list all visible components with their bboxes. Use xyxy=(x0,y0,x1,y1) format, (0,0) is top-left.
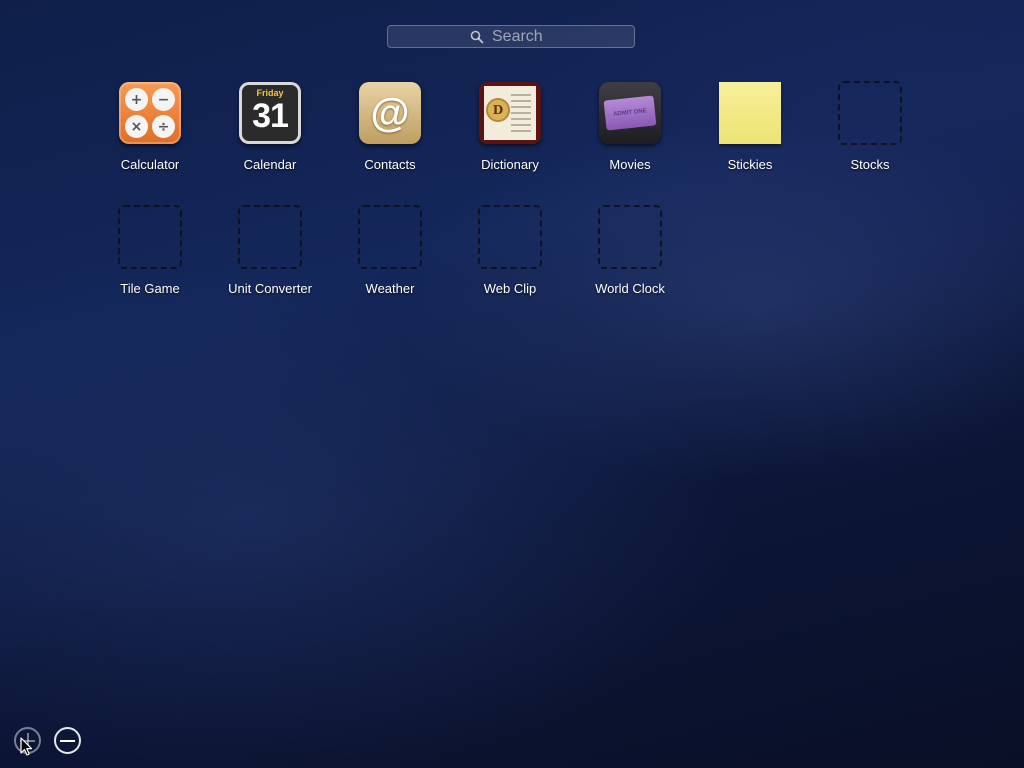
contacts-icon: @ xyxy=(357,80,423,146)
widget-row: Tile Game Unit Converter Weather Web Cli… xyxy=(90,204,930,328)
contacts-at-symbol: @ xyxy=(359,82,421,144)
remove-widget-button[interactable] xyxy=(54,727,81,754)
movie-ticket: ADMIT ONE xyxy=(603,95,657,131)
widget-unit-converter[interactable]: Unit Converter xyxy=(210,204,330,328)
placeholder-icon xyxy=(597,204,663,270)
widget-label: Weather xyxy=(365,281,415,296)
widget-label: Web Clip xyxy=(483,281,537,296)
mouse-cursor-icon xyxy=(20,737,33,756)
widget-label: Contacts xyxy=(364,157,416,172)
widget-label: Dictionary xyxy=(481,157,539,172)
stickies-icon xyxy=(717,80,783,146)
widget-label: Stocks xyxy=(850,157,890,172)
placeholder-icon xyxy=(117,204,183,270)
widget-calculator[interactable]: + − × ÷ Calculator xyxy=(90,80,210,204)
calculator-key-plus: + xyxy=(125,88,148,111)
widget-contacts[interactable]: @ Contacts xyxy=(330,80,450,204)
widget-world-clock[interactable]: World Clock xyxy=(570,204,690,328)
widget-web-clip[interactable]: Web Clip xyxy=(450,204,570,328)
widget-label: Calculator xyxy=(120,157,180,172)
widget-stickies[interactable]: Stickies xyxy=(690,80,810,204)
calendar-date-number: 31 xyxy=(252,97,289,135)
widget-grid: + − × ÷ Calculator Friday 31 Calendar @ xyxy=(90,80,930,328)
widget-row: + − × ÷ Calculator Friday 31 Calendar @ xyxy=(90,80,930,204)
widget-label: World Clock xyxy=(595,281,665,296)
placeholder-icon xyxy=(237,204,303,270)
dictionary-icon: D xyxy=(477,80,543,146)
widget-label: Unit Converter xyxy=(228,281,312,296)
magnifying-glass-icon xyxy=(470,30,484,44)
calculator-icon: + − × ÷ xyxy=(117,80,183,146)
widget-dictionary[interactable]: D Dictionary xyxy=(450,80,570,204)
calculator-key-divide: ÷ xyxy=(152,115,175,138)
minus-circle-icon xyxy=(60,739,75,742)
widget-calendar[interactable]: Friday 31 Calendar xyxy=(210,80,330,204)
placeholder-icon xyxy=(357,204,423,270)
movies-icon: ADMIT ONE xyxy=(597,80,663,146)
calculator-key-multiply: × xyxy=(125,115,148,138)
placeholder-icon xyxy=(477,204,543,270)
widget-label: Tile Game xyxy=(120,281,180,296)
dictionary-seal: D xyxy=(486,98,510,122)
placeholder-icon xyxy=(837,80,903,146)
widget-label: Stickies xyxy=(727,157,773,172)
calculator-key-minus: − xyxy=(152,88,175,111)
search-input[interactable] xyxy=(492,27,552,46)
widget-stocks[interactable]: Stocks xyxy=(810,80,930,204)
widget-movies[interactable]: ADMIT ONE Movies xyxy=(570,80,690,204)
widget-weather[interactable]: Weather xyxy=(330,204,450,328)
widget-label: Calendar xyxy=(243,157,297,172)
calendar-icon: Friday 31 xyxy=(237,80,303,146)
widget-tile-game[interactable]: Tile Game xyxy=(90,204,210,328)
widget-label: Movies xyxy=(609,157,651,172)
search-field[interactable] xyxy=(387,25,635,48)
